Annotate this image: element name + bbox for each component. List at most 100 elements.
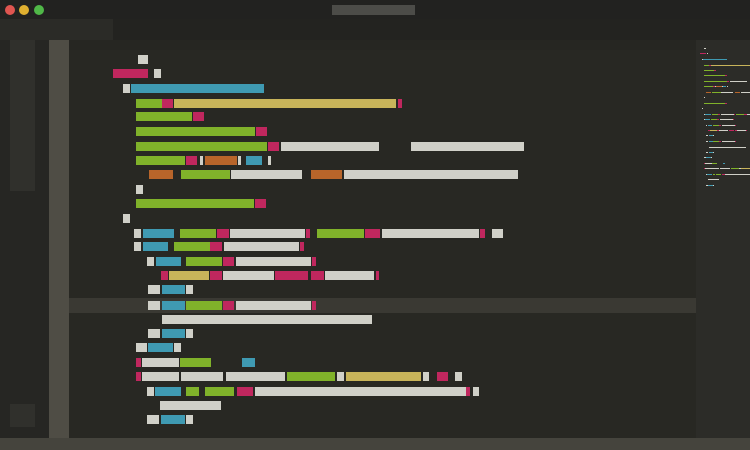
code-token-default xyxy=(162,315,372,324)
window-title xyxy=(332,5,415,15)
minimap-token xyxy=(733,114,735,116)
zoom-button[interactable] xyxy=(34,5,44,15)
code-token-default xyxy=(186,329,193,338)
minimap-token xyxy=(704,97,706,99)
code-token-default xyxy=(147,387,154,396)
minimap-token xyxy=(709,130,717,132)
code-token-default xyxy=(473,387,479,396)
code-token-keyword xyxy=(466,387,470,396)
code-token-function xyxy=(317,229,364,238)
code-token-keyword xyxy=(186,156,197,165)
code-token-default xyxy=(344,170,518,179)
minimap-token xyxy=(712,184,715,186)
minimap-token xyxy=(734,91,741,93)
code-token-default xyxy=(160,401,221,410)
code-token-default xyxy=(268,156,271,165)
active-tab[interactable] xyxy=(0,19,113,40)
minimap-token xyxy=(710,157,712,159)
code-token-default xyxy=(226,372,285,381)
minimap-token xyxy=(737,130,746,132)
code-token-keyword xyxy=(268,142,279,151)
minimap-token xyxy=(714,69,716,71)
code-token-default xyxy=(174,343,181,352)
minimap-token xyxy=(707,53,709,55)
minimap-token xyxy=(716,174,722,176)
code-token-function xyxy=(181,170,230,179)
sidebar-footer-button[interactable] xyxy=(10,404,35,427)
minimize-button[interactable] xyxy=(19,5,29,15)
minimap-token xyxy=(725,75,728,77)
close-button[interactable] xyxy=(5,5,15,15)
code-token-default xyxy=(231,170,302,179)
minimap-token xyxy=(706,91,711,93)
code-token-default xyxy=(154,69,161,78)
code-token-default xyxy=(136,185,143,194)
code-token-default xyxy=(186,285,193,294)
minimap-token xyxy=(712,152,715,154)
minimap-token xyxy=(707,174,712,176)
code-token-function xyxy=(186,257,222,266)
code-token-keyword xyxy=(162,99,173,108)
code-token-default xyxy=(492,229,503,238)
minimap-token xyxy=(704,81,728,83)
code-token-function xyxy=(136,127,255,136)
minimap[interactable] xyxy=(696,40,750,438)
minimap-token xyxy=(724,174,750,176)
code-token-identifier xyxy=(161,415,185,424)
line-number-gutter[interactable] xyxy=(49,40,69,438)
code-token-keyword xyxy=(437,372,448,381)
code-token-keyword xyxy=(398,99,402,108)
minimap-token xyxy=(712,174,716,176)
minimap-token xyxy=(707,124,712,126)
code-token-keyword xyxy=(113,69,148,78)
minimap-token xyxy=(712,141,720,143)
code-token-keyword xyxy=(480,229,485,238)
code-token-identifier xyxy=(246,156,262,165)
minimap-token xyxy=(711,163,718,165)
code-token-keyword xyxy=(193,112,204,121)
code-token-default xyxy=(455,372,462,381)
code-token-function xyxy=(186,387,199,396)
code-token-number xyxy=(205,156,237,165)
code-token-function xyxy=(136,142,267,151)
minimap-token xyxy=(735,114,745,116)
code-token-identifier xyxy=(156,257,181,266)
minimap-token xyxy=(711,114,719,116)
code-token-identifier xyxy=(162,285,185,294)
code-token-default xyxy=(223,271,274,280)
minimap-token xyxy=(704,86,713,88)
minimap-token xyxy=(724,102,727,104)
code-token-identifier xyxy=(155,387,181,396)
code-token-function xyxy=(180,229,216,238)
code-token-default xyxy=(325,271,374,280)
sidebar-file-tree[interactable] xyxy=(10,40,35,191)
minimap-token xyxy=(712,135,715,137)
code-token-identifier xyxy=(148,343,173,352)
code-token-keyword xyxy=(312,257,316,266)
code-token-default xyxy=(123,214,130,223)
minimap-token xyxy=(720,114,734,116)
minimap-token xyxy=(723,86,727,88)
minimap-token xyxy=(708,146,746,148)
code-token-identifier xyxy=(143,242,168,251)
minimap-token xyxy=(719,119,733,121)
code-token-default xyxy=(134,242,141,251)
code-token-keyword xyxy=(255,199,266,208)
code-token-default xyxy=(224,242,299,251)
minimap-token xyxy=(746,130,748,132)
code-token-function xyxy=(136,199,254,208)
code-token-keyword xyxy=(300,242,304,251)
minimap-token xyxy=(711,91,721,93)
code-token-default xyxy=(186,415,193,424)
minimap-token xyxy=(732,119,734,121)
code-token-keyword xyxy=(210,271,222,280)
code-token-default xyxy=(236,257,311,266)
minimap-token xyxy=(704,102,725,104)
code-token-function xyxy=(186,301,222,310)
code-token-default xyxy=(236,301,311,310)
minimap-token xyxy=(720,91,734,93)
code-token-default xyxy=(148,301,160,310)
code-token-default xyxy=(136,343,147,352)
code-token-keyword xyxy=(136,358,141,367)
code-token-keyword xyxy=(365,229,380,238)
